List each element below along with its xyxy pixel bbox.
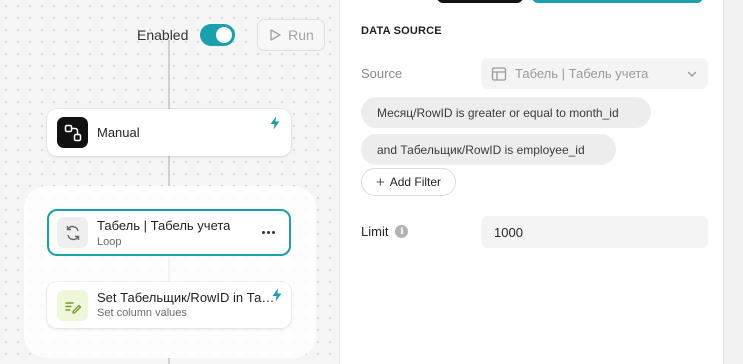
add-filter-button[interactable]: + Add Filter [361,168,456,196]
limit-label-row: Limit i [361,224,409,239]
loop-node-subtitle: Loop [97,236,122,248]
run-button[interactable]: Run [257,19,325,51]
enabled-label: Enabled [137,27,189,43]
loop-icon [57,217,88,248]
source-value: Табель | Табель учета [515,66,649,81]
filter-chip[interactable]: Месяц/RowID is greater or equal to month… [361,97,651,128]
top-dark-button-edge[interactable] [437,0,523,3]
loop-node-title: Табель | Табель учета [97,218,231,233]
source-select[interactable]: Табель | Табель учета [481,58,708,89]
more-horizontal-icon[interactable] [259,224,277,240]
data-source-heading: DATA SOURCE [361,25,442,37]
limit-input[interactable] [481,216,708,248]
chevron-down-icon [687,71,697,77]
toggle-knob [216,27,232,43]
manual-trigger-icon [57,117,88,148]
connector-bottom [168,358,170,364]
limit-label: Limit [361,224,389,239]
plus-icon: + [375,173,385,191]
right-edge-strip [723,0,743,364]
set-node-subtitle: Set column values [97,307,187,319]
enabled-toggle[interactable] [200,24,235,46]
run-label: Run [288,27,314,43]
bolt-icon [270,116,280,130]
workflow-canvas[interactable]: Enabled Run Manual Табель | Табель учета… [0,0,340,364]
info-icon[interactable]: i [395,225,409,238]
set-node-title: Set Табельщик/RowID in Табель [97,290,279,305]
top-accent-button-edge[interactable] [532,0,703,3]
connector-manual-to-loop [168,156,170,186]
filter-chip[interactable]: and Табельщик/RowID is employee_id [361,134,616,165]
table-icon [491,66,507,81]
manual-trigger-node[interactable]: Manual [47,109,291,156]
source-label: Source [361,66,403,81]
loop-node[interactable]: Табель | Табель учета Loop [47,209,291,256]
bolt-icon [272,288,282,302]
set-column-values-node[interactable]: Set Табельщик/RowID in Табель Set column… [47,282,291,328]
manual-node-title: Manual [97,125,140,140]
edit-columns-icon [57,290,88,321]
play-icon [270,29,281,41]
add-filter-label: Add Filter [389,175,442,189]
connector-top [168,40,170,109]
